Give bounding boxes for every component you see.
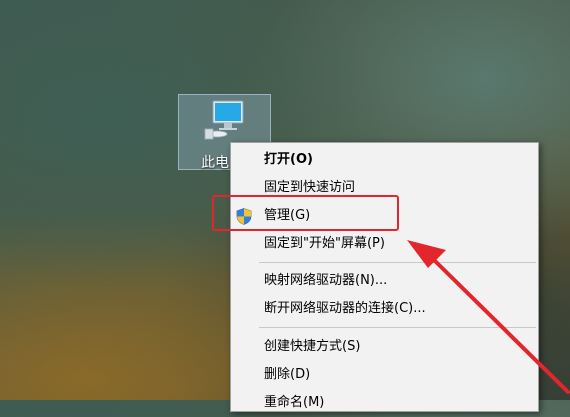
menu-item-label: 创建快捷方式(S) — [264, 339, 361, 354]
desktop-icon-label: 此电 — [201, 155, 229, 171]
menu-item-disconnect-drive[interactable]: 断开网络驱动器的连接(C)... — [231, 295, 538, 323]
menu-item-label: 映射网络驱动器(N)... — [264, 273, 388, 288]
menu-item-label: 打开(O) — [264, 152, 313, 167]
menu-item-pin-start[interactable]: 固定到"开始"屏幕(P) — [231, 230, 538, 258]
computer-icon — [204, 100, 244, 140]
menu-item-label: 删除(D) — [264, 367, 311, 382]
context-menu: 打开(O) 固定到快速访问 管理(G) 固定到"开始"屏幕(P) 映射网络驱动器… — [230, 142, 539, 412]
menu-item-map-drive[interactable]: 映射网络驱动器(N)... — [231, 267, 538, 295]
menu-separator — [259, 327, 536, 328]
menu-item-rename[interactable]: 重命名(M) — [231, 389, 538, 417]
menu-item-label: 重命名(M) — [264, 395, 325, 410]
menu-item-delete[interactable]: 删除(D) — [231, 361, 538, 389]
menu-item-open[interactable]: 打开(O) — [231, 146, 538, 174]
annotation-highlight-box — [212, 195, 399, 231]
menu-item-label: 断开网络驱动器的连接(C)... — [264, 301, 426, 316]
menu-separator — [259, 262, 536, 263]
menu-item-label: 固定到"开始"屏幕(P) — [264, 236, 385, 251]
menu-item-create-shortcut[interactable]: 创建快捷方式(S) — [231, 333, 538, 361]
